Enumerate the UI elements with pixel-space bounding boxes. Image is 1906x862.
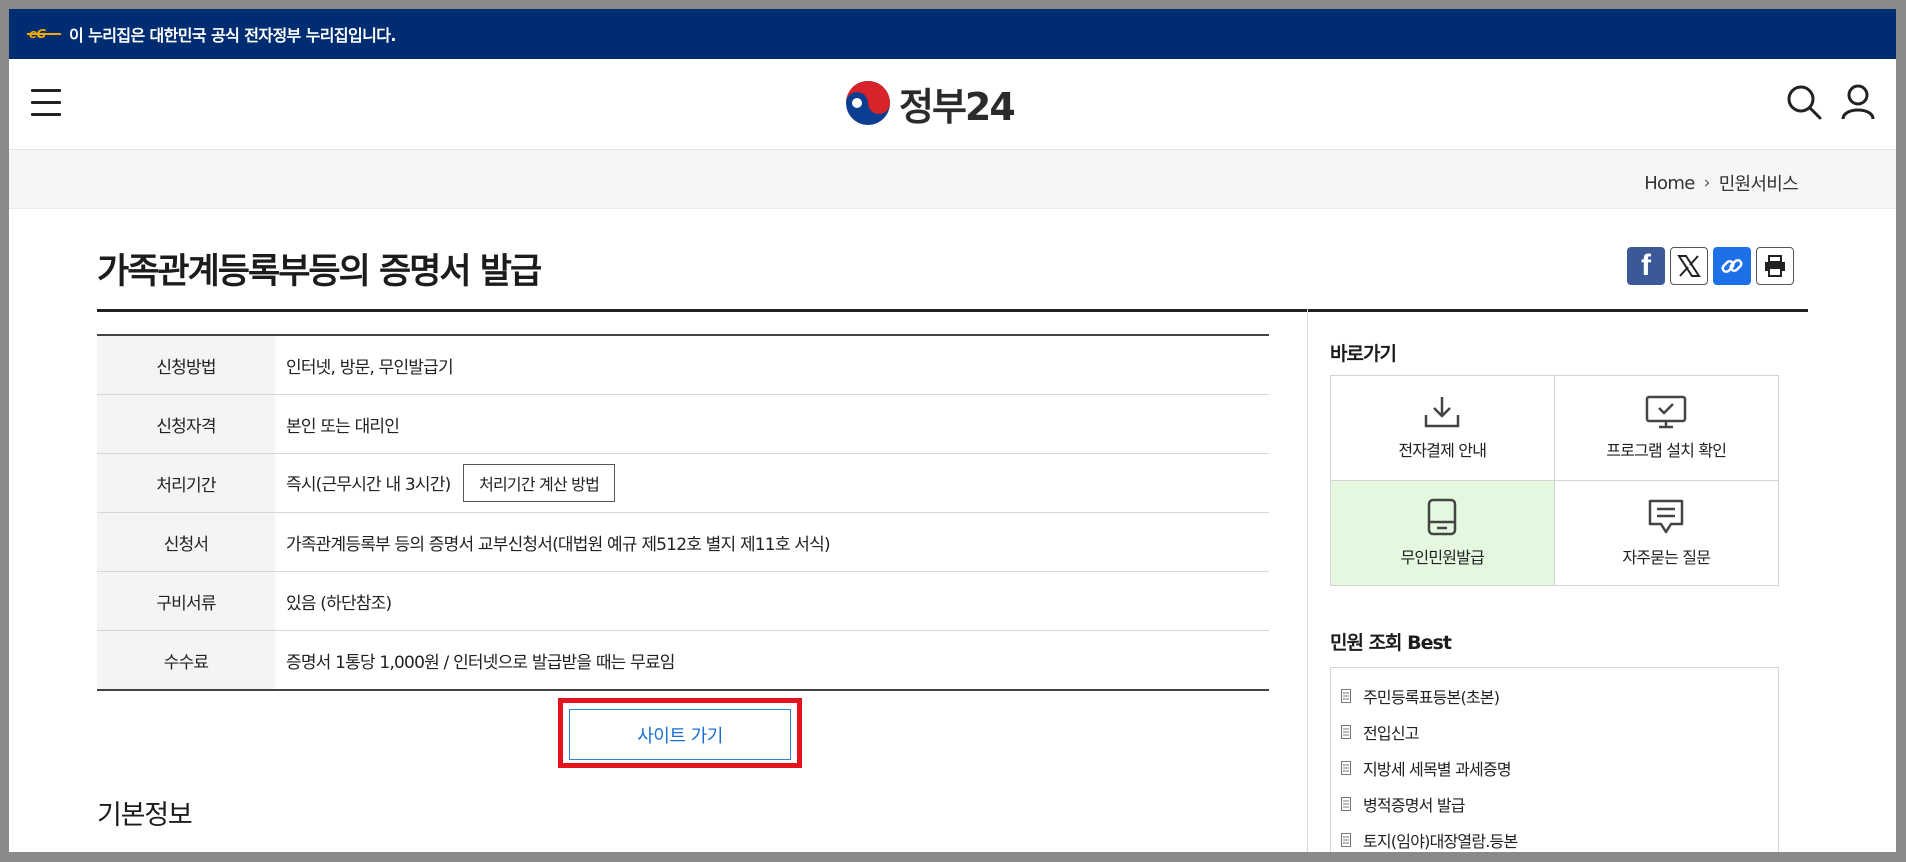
table-row: 수수료 증명서 1통당 1,000원 / 인터넷으로 발급받을 때는 무료임 (97, 630, 1269, 690)
taegeuk-emblem-icon (846, 81, 890, 125)
print-icon[interactable] (1756, 247, 1794, 285)
row-value: 본인 또는 대리인 (275, 394, 1269, 454)
x-share-icon[interactable] (1670, 247, 1708, 285)
breadcrumb: Home › 민원서비스 (1644, 170, 1798, 196)
list-item[interactable]: 지방세 세목별 과세증명 (1331, 750, 1778, 786)
document-icon (1341, 725, 1351, 739)
quick-link-program-check[interactable]: 프로그램 설치 확인 (1554, 376, 1778, 481)
document-icon (1341, 761, 1351, 775)
row-label: 신청서 (97, 512, 275, 572)
quick-link-label: 무인민원발급 (1400, 547, 1485, 567)
table-row: 신청서 가족관계등록부 등의 증명서 교부신청서(대법원 예규 제512호 별지… (97, 512, 1269, 572)
row-value: 가족관계등록부 등의 증명서 교부신청서(대법원 예규 제512호 별지 제11… (275, 512, 1269, 572)
list-item-label: 전입신고 (1363, 724, 1419, 743)
quick-link-label: 자주묻는 질문 (1622, 547, 1711, 567)
facebook-share-icon[interactable]: f (1627, 247, 1665, 285)
breadcrumb-band: Home › 민원서비스 (9, 150, 1896, 209)
row-label: 구비서류 (97, 571, 275, 631)
gov-notice-text: 이 누리집은 대한민국 공식 전자정부 누리집입니다. (69, 26, 396, 45)
breadcrumb-current[interactable]: 민원서비스 (1719, 170, 1799, 196)
quick-link-faq[interactable]: 자주묻는 질문 (1555, 481, 1779, 586)
list-item[interactable]: 병적증명서 발급 (1331, 786, 1778, 822)
document-icon (1341, 797, 1351, 811)
quick-links-grid: 전자결제 안내 프로그램 설치 확인 무인민원발급 자주묻는 질문 (1330, 375, 1779, 586)
row-value: 인터넷, 방문, 무인발급기 (275, 335, 1269, 395)
list-item-label: 토지(임야)대장열람.등본 (1363, 832, 1518, 851)
list-item-label: 지방세 세목별 과세증명 (1363, 760, 1512, 779)
list-item[interactable]: 토지(임야)대장열람.등본 (1331, 822, 1778, 852)
best-services-heading: 민원 조회 Best (1330, 632, 1452, 654)
best-services-list: 주민등록표등본(초본) 전입신고 지방세 세목별 과세증명 병적증명서 발급 토… (1330, 667, 1779, 852)
service-info-table: 신청방법 인터넷, 방문, 무인발급기 신청자격 본인 또는 대리인 처리기간 … (97, 334, 1269, 691)
processing-time-calc-button[interactable]: 처리기간 계산 방법 (463, 464, 615, 502)
search-icon[interactable] (1785, 83, 1823, 121)
monitor-check-icon (1646, 395, 1687, 428)
document-icon (1341, 833, 1351, 847)
basic-info-heading: 기본정보 (97, 800, 193, 831)
link-copy-icon[interactable] (1713, 247, 1751, 285)
row-value: 즉시(근무시간 내 3시간) (286, 475, 451, 495)
table-row: 신청방법 인터넷, 방문, 무인발급기 (97, 335, 1269, 395)
row-label: 수수료 (97, 630, 275, 690)
quick-link-payment[interactable]: 전자결제 안내 (1331, 376, 1555, 481)
title-row: 가족관계등록부등의 증명서 발급 f (97, 241, 1808, 312)
table-row: 신청자격 본인 또는 대리인 (97, 394, 1269, 454)
row-value: 있음 (하단참조) (275, 571, 1269, 631)
go-to-site-button[interactable]: 사이트 가기 (569, 709, 791, 760)
list-item[interactable]: 전입신고 (1331, 714, 1778, 750)
table-row: 구비서류 있음 (하단참조) (97, 571, 1269, 631)
menu-icon[interactable] (31, 89, 61, 117)
document-icon (1341, 689, 1351, 703)
quick-link-label: 전자결제 안내 (1398, 440, 1487, 460)
chevron-right-icon: › (1703, 173, 1711, 193)
row-label: 신청자격 (97, 394, 275, 454)
row-label: 신청방법 (97, 335, 275, 395)
row-value: 증명서 1통당 1,000원 / 인터넷으로 발급받을 때는 무료임 (286, 652, 675, 673)
browser-viewport: eG 이 누리집은 대한민국 공식 전자정부 누리집입니다. 정부24 Home (9, 9, 1896, 852)
quick-links-heading: 바로가기 (1330, 343, 1397, 365)
site-header: 정부24 (9, 59, 1896, 150)
quick-link-kiosk[interactable]: 무인민원발급 (1331, 480, 1555, 585)
list-item-label: 주민등록표등본(초본) (1363, 688, 1500, 707)
row-label: 처리기간 (97, 453, 275, 513)
row-value-cell: 즉시(근무시간 내 3시간) 처리기간 계산 방법 (275, 453, 1269, 513)
table-row: 처리기간 즉시(근무시간 내 3시간) 처리기간 계산 방법 (97, 453, 1269, 513)
egov-logo-icon: eG (27, 27, 61, 41)
kiosk-icon (1428, 498, 1457, 535)
site-logo[interactable]: 정부24 (845, 79, 1016, 129)
sidebar-divider (1307, 309, 1308, 852)
page-title: 가족관계등록부등의 증명서 발급 (97, 252, 542, 292)
user-icon[interactable] (1839, 83, 1877, 121)
list-item-label: 병적증명서 발급 (1363, 796, 1466, 815)
chat-icon (1649, 499, 1684, 533)
list-item[interactable]: 주민등록표등본(초본) (1331, 678, 1778, 714)
gov-notice-bar: eG 이 누리집은 대한민국 공식 전자정부 누리집입니다. (9, 9, 1896, 59)
download-icon (1425, 396, 1460, 427)
quick-link-label: 프로그램 설치 확인 (1606, 440, 1727, 460)
share-buttons: f (1627, 247, 1794, 285)
breadcrumb-home[interactable]: Home (1644, 173, 1695, 194)
logo-text: 정부24 (899, 84, 1016, 129)
